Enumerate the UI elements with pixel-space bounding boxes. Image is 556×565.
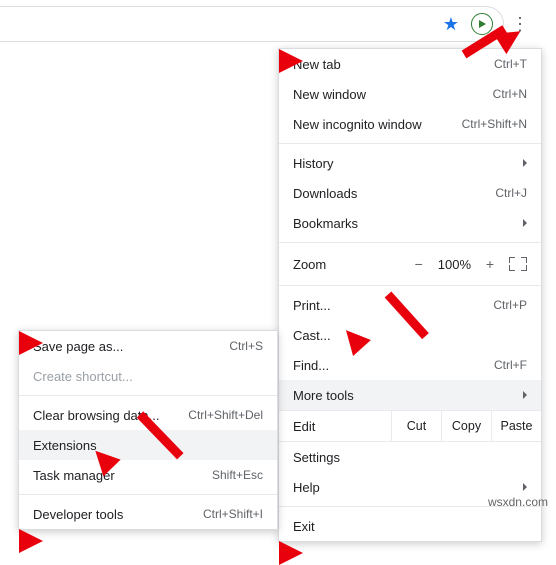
bookmark-star-icon[interactable]: ★ <box>443 14 459 35</box>
menu-item-bookmarks[interactable]: Bookmarks <box>279 208 541 238</box>
menu-shortcut: Ctrl+T <box>494 57 527 71</box>
menu-item-exit[interactable]: Exit <box>279 511 541 541</box>
edit-copy-button[interactable]: Copy <box>441 411 491 441</box>
chrome-main-menu: New tab Ctrl+T New window Ctrl+N New inc… <box>278 48 542 542</box>
chevron-right-icon <box>523 219 527 227</box>
menu-item-new-tab[interactable]: New tab Ctrl+T <box>279 49 541 79</box>
zoom-value: 100% <box>438 257 471 272</box>
chevron-right-icon <box>523 483 527 491</box>
menu-item-new-window[interactable]: New window Ctrl+N <box>279 79 541 109</box>
omnibox[interactable]: ★ <box>0 6 504 42</box>
submenu-item-developer-tools[interactable]: Developer tools Ctrl+Shift+I <box>19 499 277 529</box>
extension-badge-icon[interactable] <box>471 13 493 35</box>
menu-item-edit-row: Edit Cut Copy Paste <box>279 410 541 442</box>
menu-item-downloads[interactable]: Downloads Ctrl+J <box>279 178 541 208</box>
edit-paste-button[interactable]: Paste <box>491 411 541 441</box>
menu-button-icon[interactable]: ⋮ <box>508 12 532 36</box>
menu-item-find[interactable]: Find... Ctrl+F <box>279 350 541 380</box>
menu-item-cast[interactable]: Cast... <box>279 320 541 350</box>
zoom-out-button[interactable]: − <box>410 256 428 272</box>
zoom-in-button[interactable]: + <box>481 256 499 272</box>
fullscreen-icon[interactable] <box>509 257 527 271</box>
menu-item-more-tools[interactable]: More tools <box>279 380 541 410</box>
menu-item-incognito[interactable]: New incognito window Ctrl+Shift+N <box>279 109 541 139</box>
edit-cut-button[interactable]: Cut <box>391 411 441 441</box>
menu-label: New tab <box>293 57 494 72</box>
menu-item-history[interactable]: History <box>279 148 541 178</box>
chevron-right-icon <box>523 391 527 399</box>
chevron-right-icon <box>523 159 527 167</box>
submenu-item-create-shortcut: Create shortcut... <box>19 361 277 391</box>
more-tools-submenu: Save page as... Ctrl+S Create shortcut..… <box>18 330 278 530</box>
menu-item-settings[interactable]: Settings <box>279 442 541 472</box>
submenu-item-extensions[interactable]: Extensions <box>19 430 277 460</box>
menu-item-zoom: Zoom − 100% + <box>279 247 541 281</box>
submenu-item-task-manager[interactable]: Task manager Shift+Esc <box>19 460 277 490</box>
menu-item-print[interactable]: Print... Ctrl+P <box>279 290 541 320</box>
submenu-item-clear-data[interactable]: Clear browsing data... Ctrl+Shift+Del <box>19 400 277 430</box>
watermark: wsxdn.com <box>488 495 548 509</box>
submenu-item-save-page[interactable]: Save page as... Ctrl+S <box>19 331 277 361</box>
